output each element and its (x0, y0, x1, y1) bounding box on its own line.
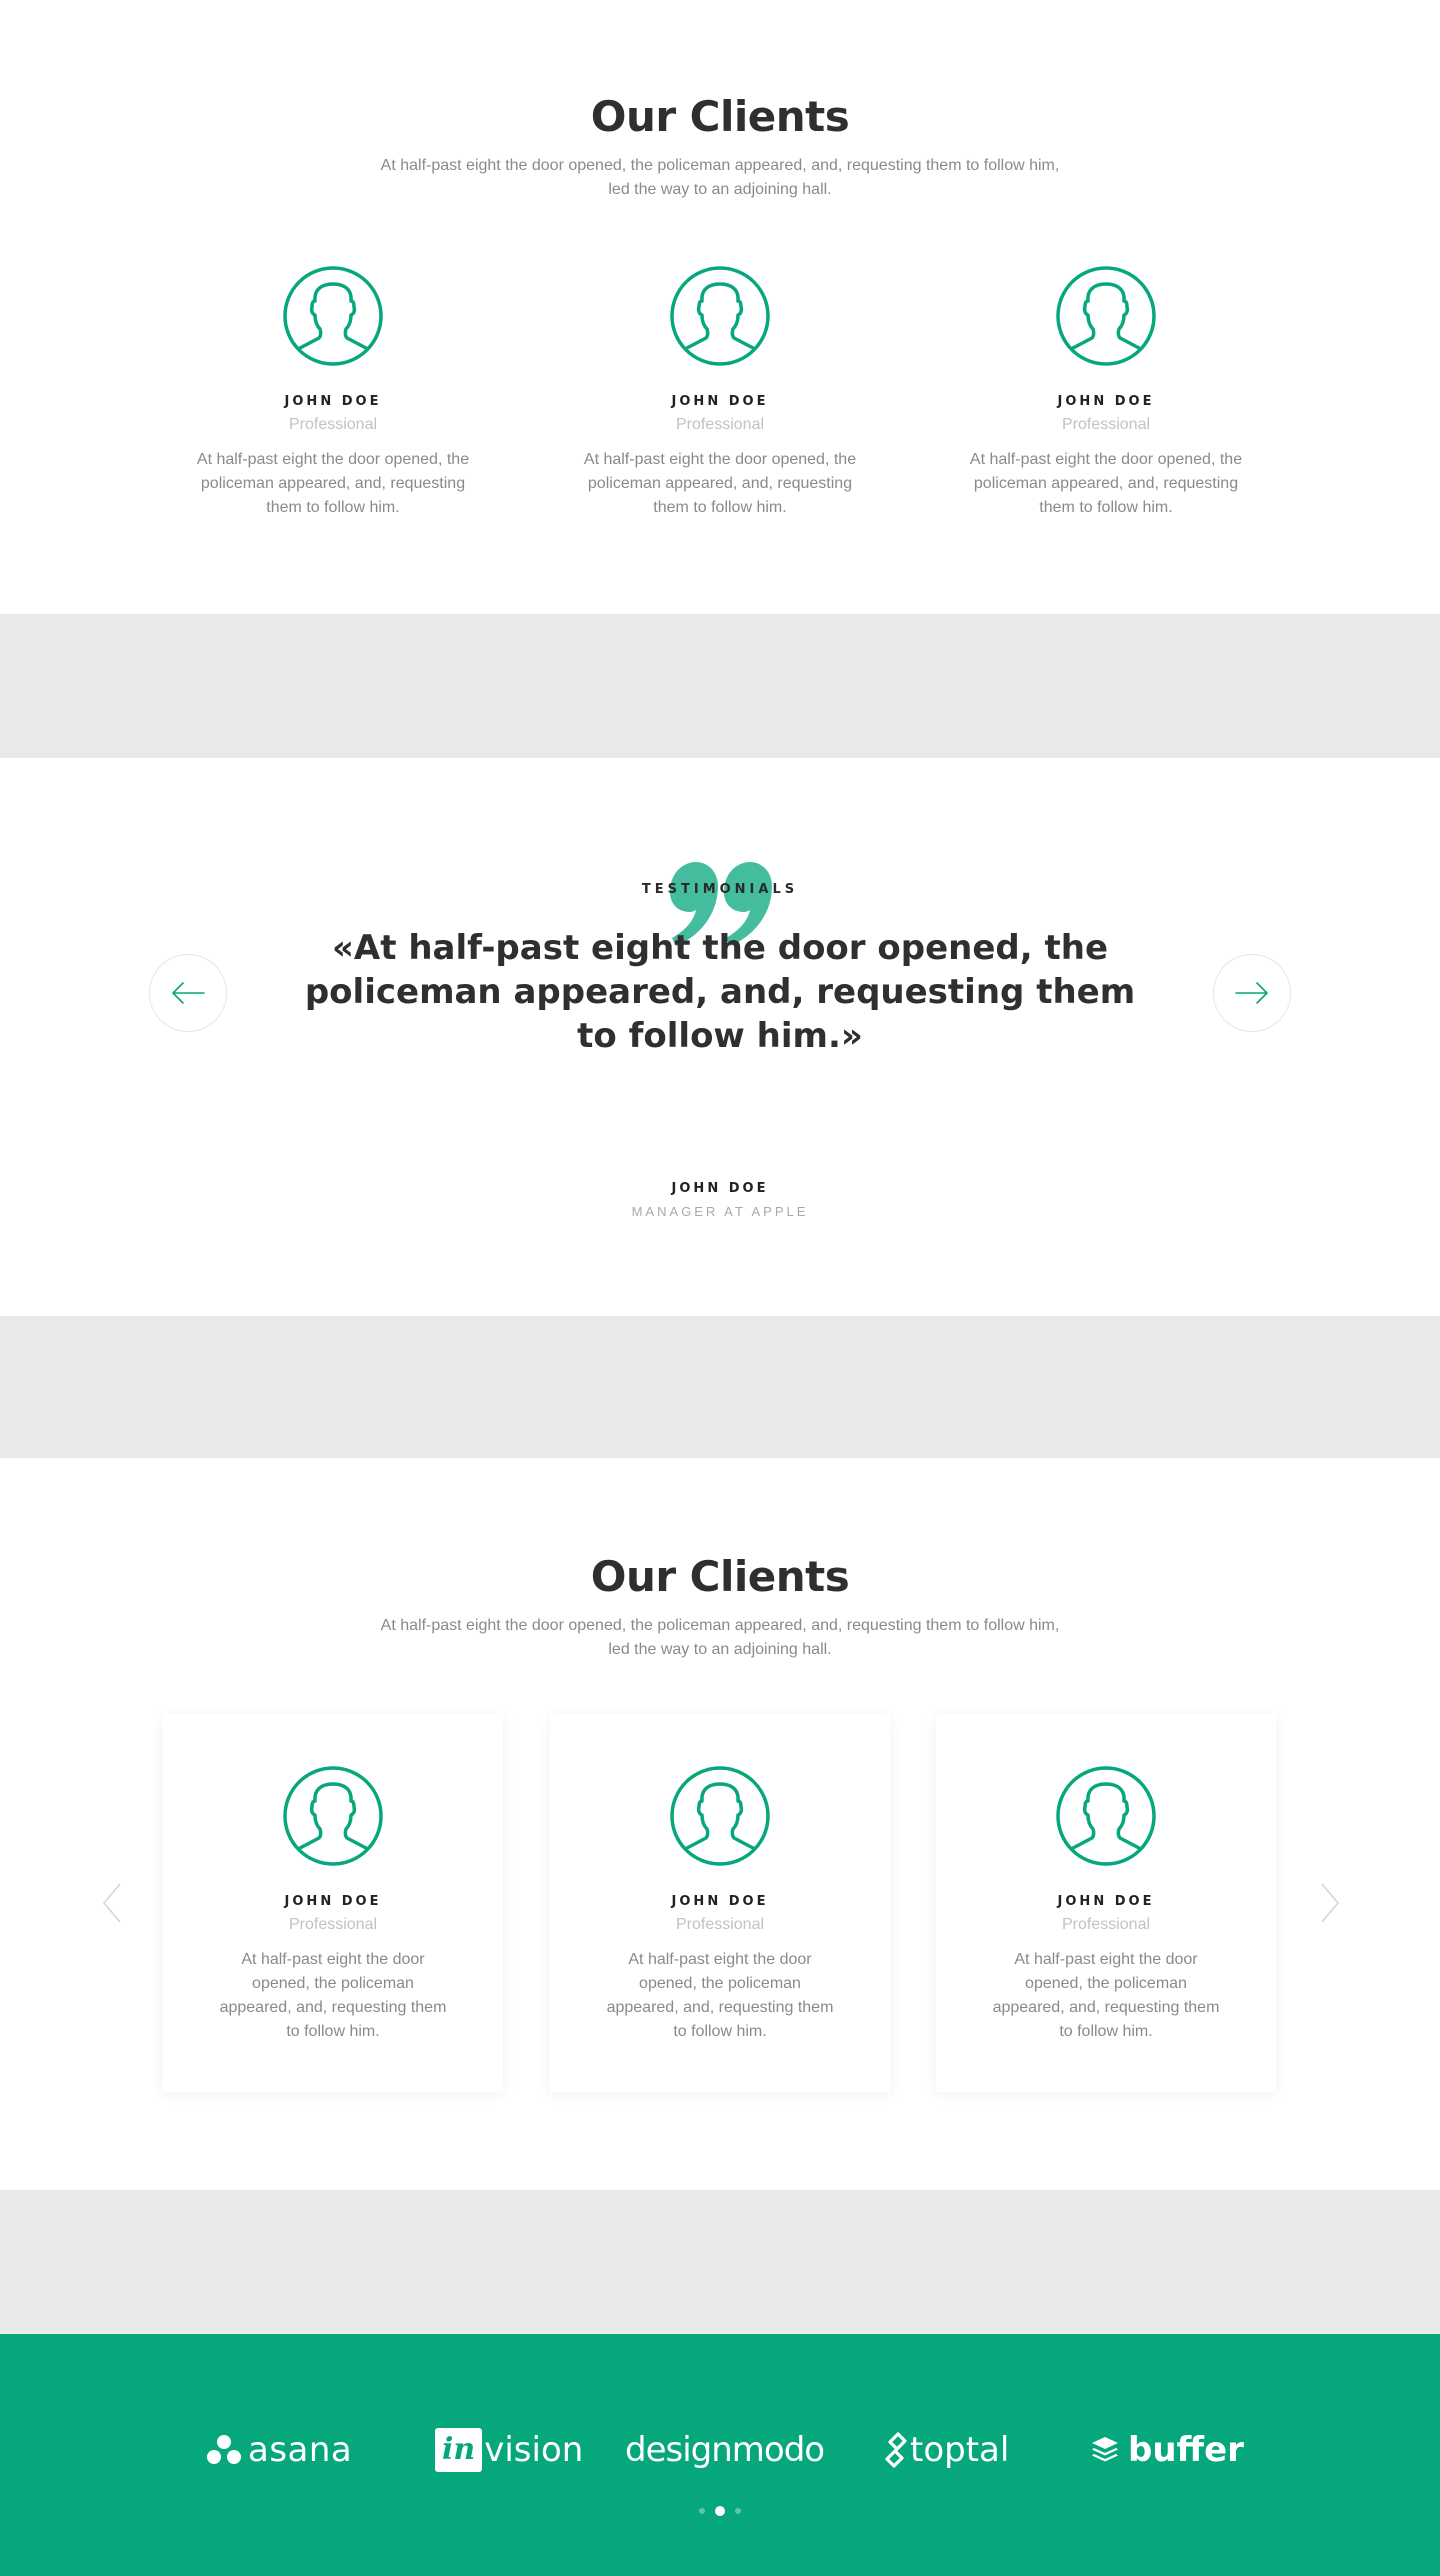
asana-logo[interactable]: asana (206, 2430, 352, 2470)
client-description: At half-past eight the door opened, the … (583, 451, 857, 516)
client-description: At half-past eight the door opened, the … (992, 1951, 1220, 2040)
slider-dot[interactable] (735, 2508, 741, 2514)
designmodo-wordmark: designmodo (625, 2430, 825, 2470)
testimonial-author: JOHN DOE (671, 1181, 769, 1196)
client-description: At half-past eight the door opened, the … (196, 451, 470, 516)
client-description: At half-past eight the door opened, the … (219, 1951, 447, 2040)
arrow-right-icon (1235, 982, 1268, 1004)
client-name: JOHN DOE (671, 394, 769, 409)
asana-mark-icon (207, 2435, 241, 2464)
client-name: JOHN DOE (1057, 394, 1155, 409)
slider-dot-active[interactable] (715, 2506, 725, 2516)
toptal-mark-icon (885, 2432, 907, 2468)
user-avatar-icon (283, 1766, 383, 1866)
testimonial-quote: «At half-past eight the door opened, the… (304, 928, 1136, 1056)
chevron-right-icon (1321, 1883, 1339, 1923)
client-role: Professional (675, 416, 765, 433)
client-role: Professional (1061, 1916, 1151, 1933)
section-divider (0, 1316, 1440, 1458)
user-avatar-icon (283, 266, 383, 366)
testimonial-author-role: MANAGER AT APPLE (631, 1204, 809, 1219)
toptal-logo[interactable]: toptal (884, 2430, 1009, 2470)
client-name: JOHN DOE (1057, 1894, 1155, 1909)
invision-mark-icon: in (435, 2428, 483, 2472)
testimonial-prev-button[interactable] (149, 954, 227, 1032)
arrow-left-icon (172, 982, 205, 1004)
buffer-wordmark: buffer (1128, 2430, 1244, 2470)
client-role: Professional (288, 1916, 378, 1933)
client-description: At half-past eight the door opened, the … (606, 1951, 834, 2040)
client-name: JOHN DOE (671, 1894, 769, 1909)
clients-next-button[interactable] (1316, 1878, 1346, 1928)
client-name: JOHN DOE (284, 394, 382, 409)
user-avatar-icon (1056, 266, 1156, 366)
logos-footer: asana in vision designmodo toptal buffer (0, 2334, 1440, 2576)
chevron-left-icon (103, 1883, 121, 1923)
clients-prev-button[interactable] (96, 1878, 126, 1928)
client-card: JOHN DOE Professional At half-past eight… (163, 1714, 503, 2092)
buffer-logo[interactable]: buffer (1090, 2430, 1244, 2470)
section-divider (0, 614, 1440, 758)
client-description: At half-past eight the door opened, the … (969, 451, 1243, 516)
section-subtitle: At half-past eight the door opened, the … (380, 157, 1060, 198)
buffer-mark-icon (1092, 2437, 1118, 2462)
client-role: Professional (288, 416, 378, 433)
invision-logo[interactable]: in vision (435, 2428, 583, 2472)
asana-wordmark: asana (248, 2430, 353, 2470)
section-title: Our Clients (590, 92, 850, 141)
section-subtitle: At half-past eight the door opened, the … (380, 1617, 1060, 1658)
user-avatar-icon (1056, 1766, 1156, 1866)
section-divider (0, 2190, 1440, 2334)
testimonials-label: TESTIMONIALS (641, 882, 799, 897)
client-card: JOHN DOE Professional At half-past eight… (550, 1714, 890, 2092)
user-avatar-icon (670, 266, 770, 366)
client-name: JOHN DOE (284, 1894, 382, 1909)
slider-dot[interactable] (699, 2508, 705, 2514)
client-role: Professional (1061, 416, 1151, 433)
clients-section-1: Our Clients At half-past eight the door … (0, 0, 1440, 614)
designmodo-logo[interactable]: designmodo (625, 2430, 825, 2470)
invision-wordmark: vision (484, 2430, 584, 2470)
testimonial-next-button[interactable] (1213, 954, 1291, 1032)
toptal-wordmark: toptal (910, 2430, 1010, 2470)
user-avatar-icon (670, 1766, 770, 1866)
section-title: Our Clients (590, 1552, 850, 1601)
client-role: Professional (675, 1916, 765, 1933)
client-card: JOHN DOE Professional At half-past eight… (936, 1714, 1276, 2092)
clients-section-2: Our Clients At half-past eight the door … (0, 1458, 1440, 2190)
